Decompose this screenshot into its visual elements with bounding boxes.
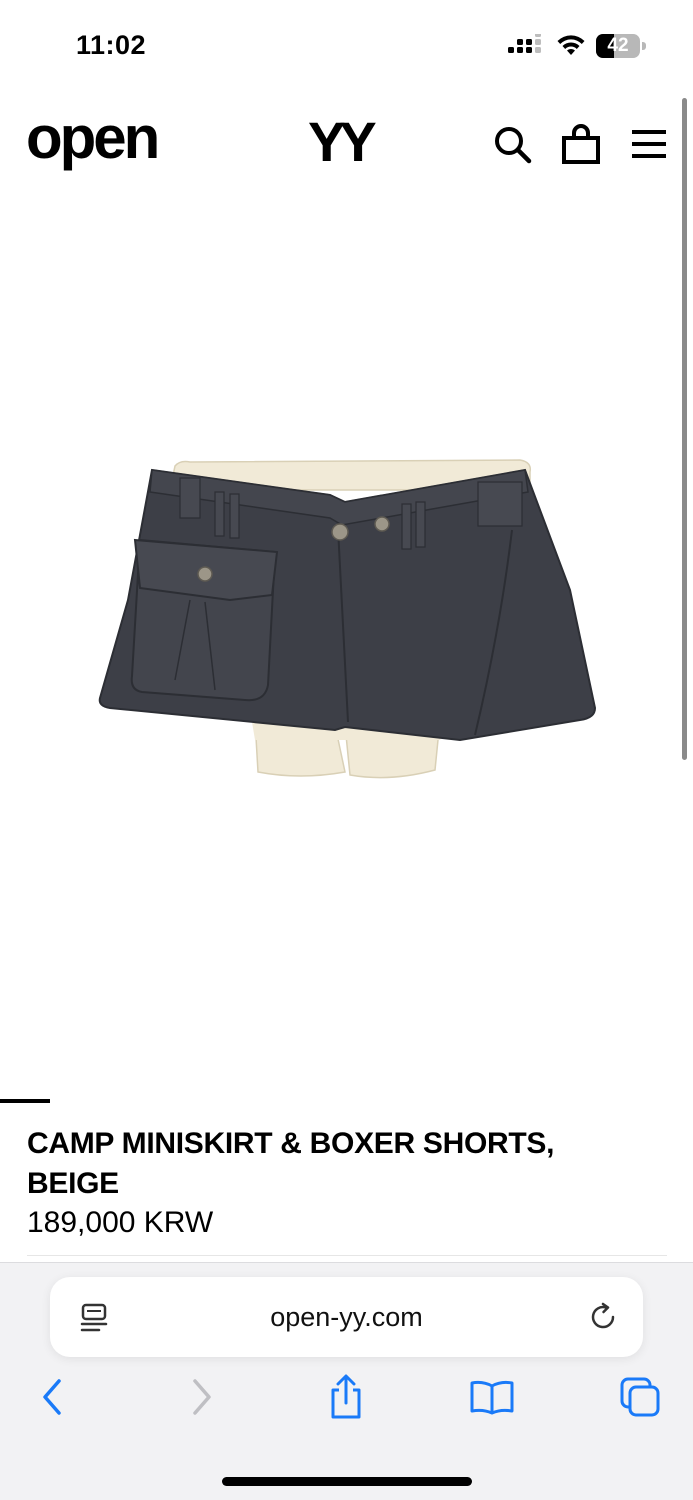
search-icon [495,127,532,164]
battery-level: 42 [607,35,629,56]
bookmarks-button[interactable] [466,1371,518,1423]
product-title: CAMP MINISKIRT & BOXER SHORTS, BEIGE [27,1127,555,1200]
cart-button[interactable] [559,122,603,166]
battery-icon: 42 [596,34,646,58]
status-bar: 11:02 42 [0,0,693,90]
signal-icon [508,34,541,53]
product-image[interactable] [80,440,610,800]
tabs-icon [620,1377,660,1417]
logo-yy[interactable]: YY [308,114,377,170]
share-icon [331,1374,361,1419]
back-icon [43,1379,61,1415]
wifi-icon [557,35,585,55]
status-time: 11:02 [76,30,147,60]
forward-icon [193,1379,211,1415]
page-scrollbar[interactable] [682,98,687,760]
info-divider [27,1255,667,1256]
reload-icon [591,1302,615,1329]
section-divider [0,1099,50,1103]
logo-open[interactable]: OPEN [26,108,160,168]
address-bar[interactable]: open-yy.com [50,1277,643,1357]
forward-button[interactable] [176,1371,228,1423]
url-text: open-yy.com [270,1302,423,1332]
product-price: 189,000 KRW [27,1206,214,1239]
logo-yy-text: YY [308,110,377,173]
menu-button[interactable] [627,122,671,166]
home-indicator[interactable] [222,1477,472,1486]
shopping-bag-icon [562,124,600,164]
bookmarks-icon [470,1380,514,1415]
reload-button[interactable] [585,1299,621,1335]
back-button[interactable] [26,1371,78,1423]
site-header: OPEN YY [0,100,693,190]
menu-icon [632,130,666,158]
tabs-button[interactable] [614,1371,666,1423]
browser-toolbar: open-yy.com [0,1262,693,1500]
share-button[interactable] [320,1371,372,1423]
search-button[interactable] [490,122,534,166]
logo-open-text: OPEN [26,104,160,171]
